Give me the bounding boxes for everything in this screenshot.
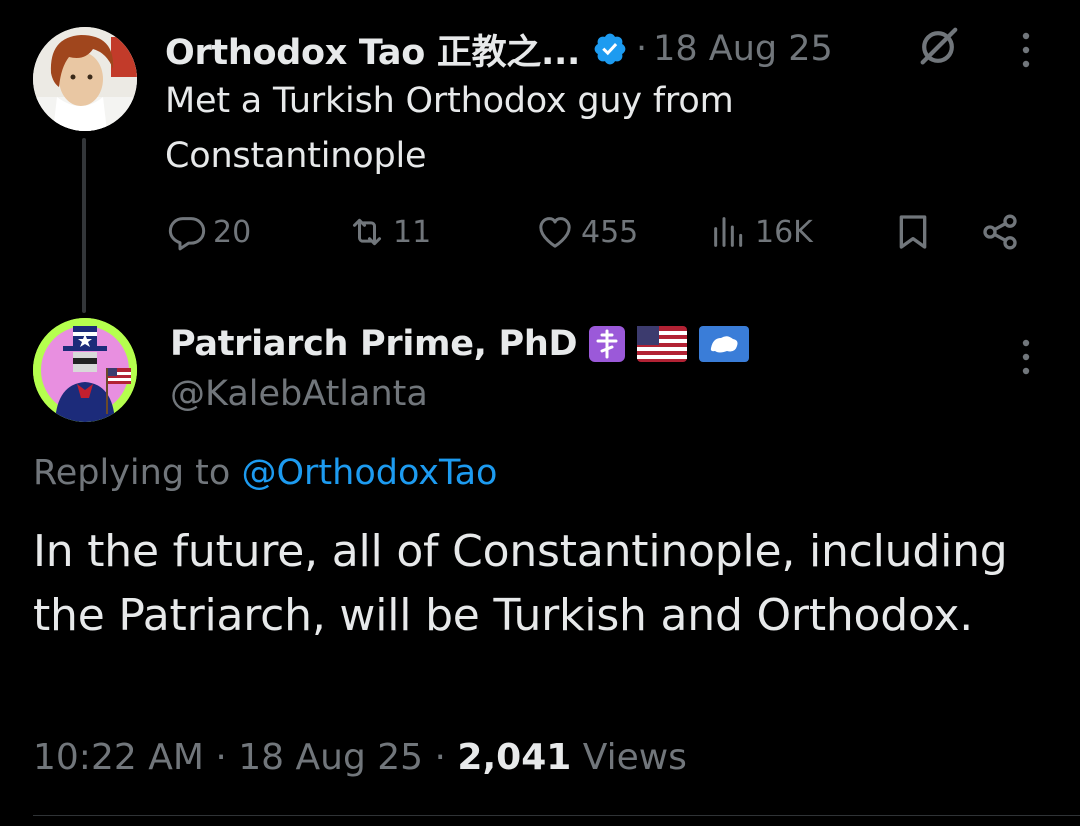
avatar-patriarch-prime[interactable]: [33, 318, 137, 422]
tweet-time[interactable]: 10:22 AM: [33, 737, 204, 778]
orthodox-cross-emoji: [589, 326, 626, 362]
heart-icon: [539, 217, 571, 248]
tweet-metadata: 10:22 AM · 18 Aug 25 · 2,041 Views: [33, 733, 687, 783]
bookmark-button[interactable]: [893, 207, 933, 257]
like-button[interactable]: 455: [535, 207, 638, 257]
replying-to-line: Replying to @OrthodoxTao: [33, 448, 497, 498]
parent-tweet-text: Met a Turkish Orthodox guy from Constant…: [165, 81, 734, 176]
replying-to-label: Replying to: [33, 453, 231, 493]
us-flag-emoji: [637, 326, 688, 362]
retweet-button[interactable]: 11: [347, 207, 431, 257]
reply-tweet-text: In the future, all of Constantinople, in…: [33, 526, 1008, 641]
share-icon: [983, 214, 1017, 250]
reply-tweet-header: Patriarch Prime, PhD: [170, 318, 750, 370]
reply-icon: [168, 217, 206, 251]
grok-icon[interactable]: [915, 24, 961, 70]
analytics-icon: [714, 217, 743, 247]
share-button[interactable]: [980, 207, 1020, 257]
separator-dot: ·: [215, 737, 227, 778]
tweet-date[interactable]: 18 Aug 25: [653, 29, 833, 69]
bookmark-icon: [899, 215, 927, 249]
views-label: Views: [582, 737, 687, 778]
separator-dot: ·: [635, 29, 648, 69]
author-name[interactable]: Orthodox Tao 正教之...: [165, 24, 580, 75]
replying-to-mention[interactable]: @OrthodoxTao: [241, 453, 497, 493]
thread-connector-line: [82, 138, 86, 313]
avatar-orthodox-tao[interactable]: [33, 27, 137, 131]
retweet-icon: [353, 218, 381, 246]
separator-dot: ·: [434, 737, 446, 778]
divider: [33, 815, 1080, 816]
tweet-date[interactable]: 18 Aug 25: [238, 737, 423, 778]
like-count: 455: [581, 214, 639, 250]
reply-button[interactable]: 20: [167, 207, 251, 257]
more-options-icon[interactable]: [1008, 337, 1044, 377]
more-options-icon[interactable]: [1008, 30, 1044, 70]
parent-tweet-header: Orthodox Tao 正教之... · 18 Aug 25: [165, 24, 833, 74]
antarctica-flag-emoji: [699, 326, 750, 362]
reply-count: 20: [213, 214, 252, 250]
views-button[interactable]: 16K: [709, 207, 813, 257]
views-count[interactable]: 2,041: [457, 737, 571, 778]
author-handle[interactable]: @KalebAtlanta: [170, 370, 428, 418]
retweet-count: 11: [393, 214, 432, 250]
author-name[interactable]: Patriarch Prime, PhD: [170, 324, 578, 364]
verified-badge-icon: [594, 33, 626, 65]
view-count: 16K: [755, 214, 813, 250]
